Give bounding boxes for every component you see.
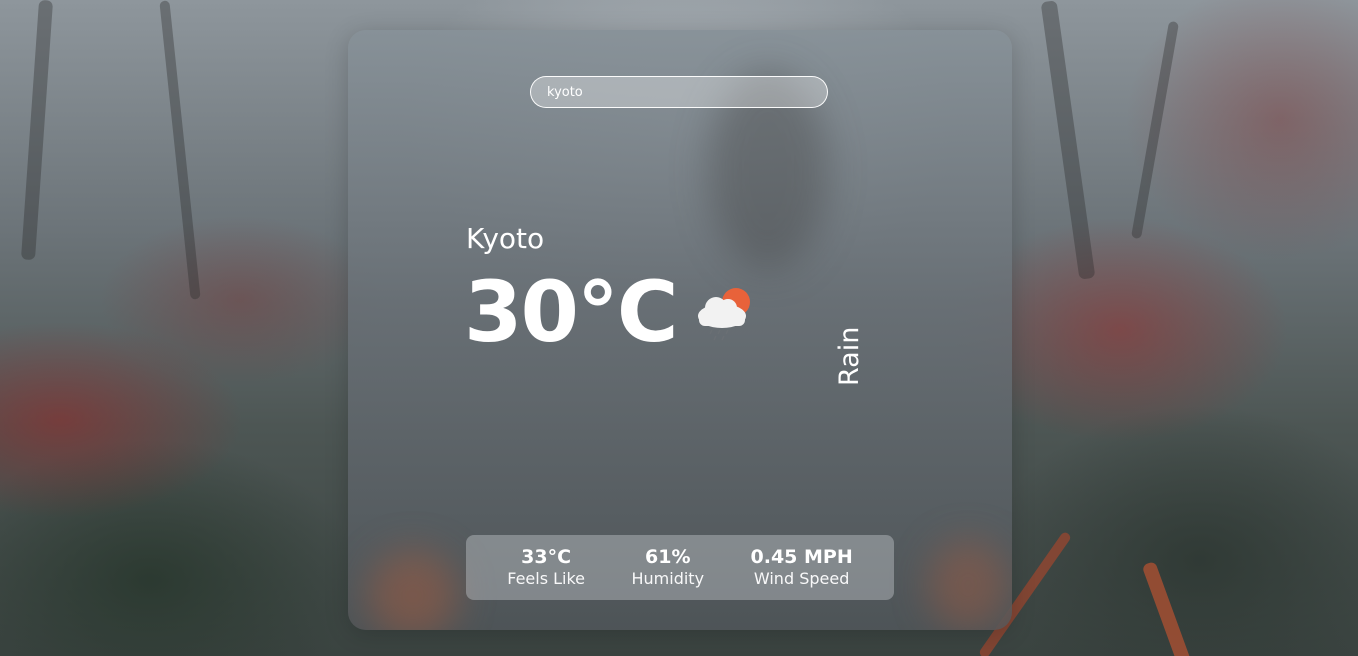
humidity-value: 61% xyxy=(645,545,691,568)
city-name: Kyoto xyxy=(466,222,545,255)
city-search-input[interactable] xyxy=(530,76,828,108)
wind-speed-label: Wind Speed xyxy=(753,568,850,588)
rain-cloud-sun-icon xyxy=(698,288,750,341)
temperature-value: 30°C xyxy=(464,263,679,361)
feels-like-stat: 33°C Feels Like xyxy=(507,546,585,590)
humidity-label: Humidity xyxy=(631,568,705,588)
weather-stats-panel: 33°C Feels Like 61% Humidity 0.45 MPH Wi… xyxy=(466,535,894,600)
feels-like-value: 33°C xyxy=(521,545,572,568)
card-backdrop-blur xyxy=(928,540,1008,630)
feels-like-label: Feels Like xyxy=(507,568,586,588)
card-backdrop-blur xyxy=(368,550,458,630)
wind-speed-stat: 0.45 MPH Wind Speed xyxy=(751,546,853,590)
tree-trunk xyxy=(1130,20,1180,240)
tree-trunk xyxy=(159,0,201,300)
weather-card: Kyoto 30°C Rain 33°C Feels Like 61% Humi… xyxy=(348,30,1012,630)
wind-speed-value: 0.45 MPH xyxy=(750,545,853,568)
tree-trunk xyxy=(1040,0,1096,280)
weather-condition: Rain xyxy=(834,326,865,386)
humidity-stat: 61% Humidity xyxy=(631,546,704,590)
tree-trunk xyxy=(20,0,54,261)
bridge-rail xyxy=(1141,560,1193,656)
